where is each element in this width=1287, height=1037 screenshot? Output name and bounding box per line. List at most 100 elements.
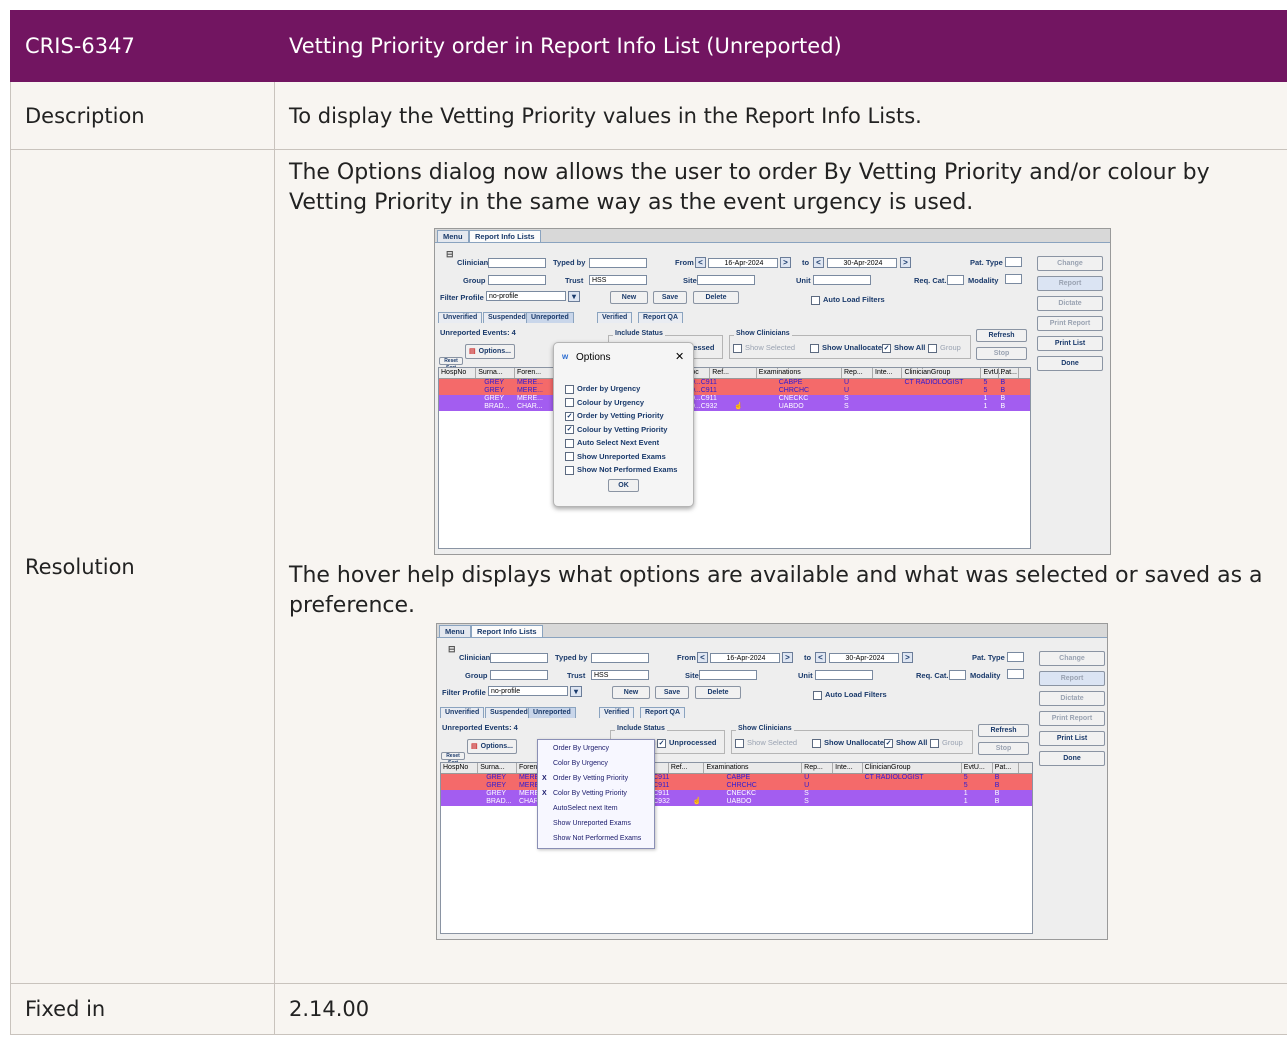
show-all-checkbox-box[interactable]: ✓ [884,738,893,748]
print-report-button[interactable]: Print Report [1037,316,1103,331]
refresh-button[interactable]: Refresh [978,724,1029,737]
subtab-verified[interactable]: Verified [597,312,633,323]
column-header-1[interactable]: Surna... [478,763,517,773]
column-header-11[interactable]: EvtU... [962,763,993,773]
change-button[interactable]: Change [1039,651,1105,666]
req-cat-input[interactable] [949,670,966,680]
show-unallocated-checkbox-box[interactable] [812,738,821,748]
option-checkbox[interactable] [565,465,574,475]
new-button[interactable]: New [612,686,650,699]
column-header-8[interactable]: Rep... [802,763,834,773]
tab-menu[interactable]: Menu [437,230,469,242]
stop-button[interactable]: Stop [976,347,1027,360]
group-checkbox-box[interactable] [930,738,939,748]
pat-type-input[interactable] [1007,652,1024,662]
option-show-not-performed-exams[interactable]: Show Not Performed Exams [565,465,677,475]
clinician-input[interactable] [490,653,548,663]
refresh-button[interactable]: Refresh [976,329,1027,342]
subtab-unreported[interactable]: Unreported [526,312,574,323]
show-unallocated-checkbox-box[interactable] [810,343,819,353]
subtab-unreported[interactable]: Unreported [528,707,576,718]
table-row[interactable]: BRAD...CHAR...22-JaHSS0...C932☝UABDOS1B [439,403,1030,411]
option-order-by-urgency[interactable]: Order by Urgency [565,384,640,394]
trust-input[interactable]: HSS [589,275,647,285]
subtab-unverified[interactable]: Unverified [440,707,485,718]
group-checkbox-box[interactable] [928,343,937,353]
option-order-by-vetting-priority[interactable]: ✓ Order by Vetting Priority [565,411,664,421]
auto-load-box[interactable] [811,295,820,305]
show-selected-checkbox[interactable]: Show Selected [733,343,795,353]
to-prev-arrow[interactable]: < [813,257,824,268]
column-header-2[interactable]: Foren... [515,368,556,378]
group-input[interactable] [490,670,548,680]
table-row[interactable]: GREYMERE...01-JaHSS0...C911CNECKCS1B [439,395,1030,403]
option-checkbox[interactable] [565,452,574,462]
show-unallocated-checkbox[interactable]: Show Unallocated [810,343,887,353]
modality-input[interactable] [1007,669,1024,679]
show-all-checkbox[interactable]: ✓ Show All [884,738,927,748]
unit-input[interactable] [813,275,871,285]
table-row[interactable]: BRAD...CHAR...3...2108HSS0...C932☝UABDOS… [441,798,1032,806]
dictate-button[interactable]: Dictate [1039,691,1105,706]
pat-type-input[interactable] [1005,257,1022,267]
from-next-arrow[interactable]: > [782,652,793,663]
show-all-checkbox-box[interactable]: ✓ [882,343,891,353]
done-button[interactable]: Done [1039,751,1105,766]
to-next-arrow[interactable]: > [902,652,913,663]
column-header-9[interactable]: ClinicianGroup [902,368,982,378]
print-report-button[interactable]: Print Report [1039,711,1105,726]
save-button[interactable]: Save [655,686,689,699]
group-checkbox[interactable]: Group [930,738,963,748]
option-colour-by-urgency[interactable]: Colour by Urgency [565,398,644,408]
subtab-report-qa[interactable]: Report QA [638,312,683,323]
group-checkbox[interactable]: Group [928,343,961,353]
column-header-8[interactable]: Inte... [873,368,903,378]
to-next-arrow[interactable]: > [900,257,911,268]
group-input[interactable] [488,275,546,285]
close-icon[interactable]: ✕ [675,350,684,363]
option-checkbox[interactable] [565,398,574,408]
filter-profile-dropdown-icon[interactable]: ▾ [568,291,580,302]
collapse-icon[interactable]: ⊟ [448,644,456,655]
auto-load-filters-checkbox[interactable]: Auto Load Filters [813,690,887,700]
collapse-icon[interactable]: ⊟ [446,249,454,260]
option-show-unreported-exams[interactable]: Show Unreported Exams [565,452,666,462]
column-header-0[interactable]: HospNo [441,763,479,773]
option-auto-select-next-event[interactable]: Auto Select Next Event [565,438,659,448]
from-date[interactable]: 16-Apr-2024 [710,653,780,663]
options-button[interactable]: ▤ Options... [467,739,517,754]
stop-button[interactable]: Stop [978,742,1029,755]
report-button[interactable]: Report [1037,276,1103,291]
subtab-report-qa[interactable]: Report QA [640,707,685,718]
modality-input[interactable] [1005,274,1022,284]
reset-sort-button[interactable]: Reset Sort [439,357,463,371]
filter-profile-select[interactable]: no-profile [488,686,568,696]
column-header-11[interactable]: Pat... [999,368,1019,378]
table-row[interactable]: GREYMERE...01-JaHSS0...C911CABPEUCT RADI… [439,379,1030,387]
column-header-10[interactable]: ClinicianGroup [863,763,962,773]
to-prev-arrow[interactable]: < [815,652,826,663]
delete-button[interactable]: Delete [695,686,741,699]
to-date[interactable]: 30-Apr-2024 [829,653,899,663]
column-header-0[interactable]: HospNo [439,368,477,378]
option-checkbox[interactable] [565,438,574,448]
table-row[interactable]: GREYMERE...01-JaHSS0...C911CHRCHCU5B [439,387,1030,395]
column-header-5[interactable]: Ref... [710,368,757,378]
filter-profile-dropdown-icon[interactable]: ▾ [570,686,582,697]
subtab-suspended[interactable]: Suspended [485,707,533,718]
show-selected-checkbox-box[interactable] [733,343,742,353]
trust-input[interactable]: HSS [591,670,649,680]
auto-load-box[interactable] [813,690,822,700]
subtab-verified[interactable]: Verified [599,707,635,718]
column-header-1[interactable]: Surna... [476,368,515,378]
option-checkbox[interactable] [565,384,574,394]
table-row[interactable]: GREYMERE...3...2106HSS0...C911CNECKCS1B [441,790,1032,798]
table-row[interactable]: GREYMERE...3...2111HSS0...C911CABPEUCT R… [441,774,1032,782]
option-colour-by-vetting-priority[interactable]: ✓ Colour by Vetting Priority [565,425,667,435]
from-date[interactable]: 16-Apr-2024 [708,258,778,268]
reset-sort-button[interactable]: Reset Sort [441,752,465,766]
column-header-6[interactable]: Ref... [669,763,705,773]
from-prev-arrow[interactable]: < [697,652,708,663]
column-header-12[interactable]: Pat... [993,763,1020,773]
show-selected-checkbox[interactable]: Show Selected [735,738,797,748]
